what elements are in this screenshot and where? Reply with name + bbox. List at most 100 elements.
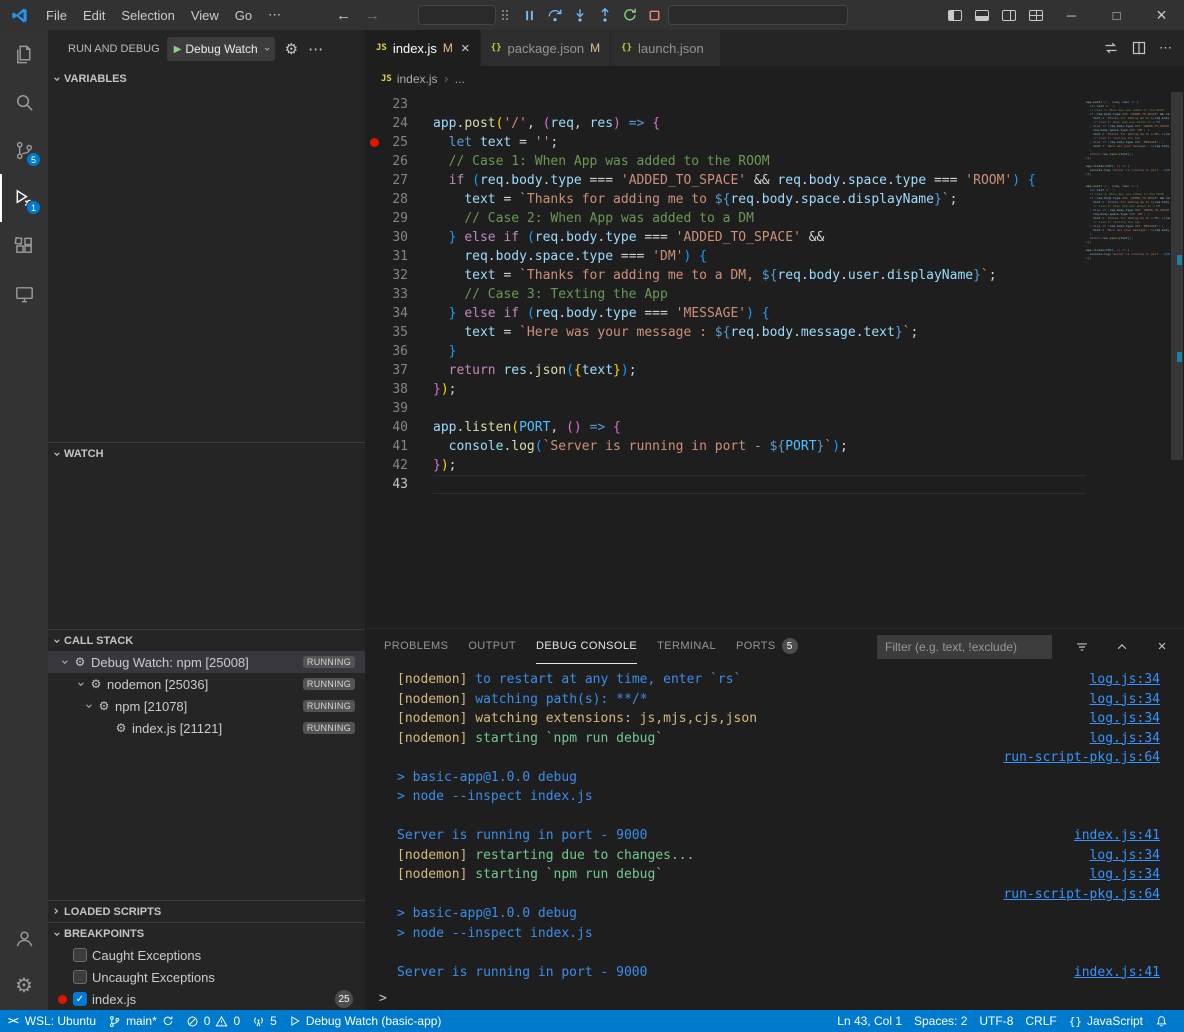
step-out-button[interactable] [593,3,616,27]
close-tab-icon[interactable]: × [461,40,470,57]
problems-indicator[interactable]: 0 0 [180,1010,246,1032]
forwarded-ports-indicator[interactable]: 5 [246,1010,283,1032]
breakpoint-gutter[interactable] [366,323,382,342]
section-watch[interactable]: › WATCH [48,442,365,464]
minimize-button[interactable]: ─ [1049,0,1094,30]
breakpoint-gutter[interactable] [366,285,382,304]
language-mode[interactable]: {} JavaScript [1063,1010,1149,1032]
cursor-position[interactable]: Ln 43, Col 1 [831,1010,908,1032]
command-center-box-right[interactable] [668,5,848,25]
minimap[interactable]: app.post('/', (req, res) => { let text =… [1086,92,1170,628]
indentation-setting[interactable]: Spaces: 2 [908,1010,973,1032]
breakpoint-gutter[interactable] [366,95,382,114]
code-line[interactable]: 36 } [366,342,1086,361]
activity-accounts[interactable] [0,914,48,962]
customize-layout-button[interactable] [1022,10,1049,21]
close-panel-icon[interactable]: × [1152,637,1172,657]
start-debug-icon[interactable]: ▶ [174,44,182,55]
breakpoint-gutter[interactable] [366,342,382,361]
notifications[interactable] [1149,1010,1174,1032]
activity-explorer[interactable] [0,30,48,78]
code-line[interactable]: 30 } else if (req.body.type === 'ADDED_T… [366,228,1086,247]
activity-source-control[interactable]: 5 [0,126,48,174]
code-line[interactable]: 41 console.log(`Server is running in por… [366,437,1086,456]
call-stack-session-row[interactable]: › ⚙ nodemon [25036] RUNNING [48,673,365,695]
section-loaded-scripts[interactable]: › LOADED SCRIPTS [48,900,365,922]
remote-indicator[interactable]: >< WSL: Ubuntu [0,1010,102,1032]
breakpoint-caught-exceptions[interactable]: Caught Exceptions [48,944,365,966]
stop-button[interactable] [643,3,666,27]
debug-session-status[interactable]: Debug Watch (basic-app) [283,1010,448,1032]
tab-index-js[interactable]: JS index.js M × [366,30,481,66]
breakpoint-gutter[interactable] [366,152,382,171]
debug-settings-gear-icon[interactable]: ⚙ [285,42,298,57]
step-into-button[interactable] [568,3,591,27]
maximize-button[interactable]: □ [1094,0,1139,30]
encoding-setting[interactable]: UTF-8 [973,1010,1019,1032]
console-source-link[interactable]: log.js:34 [1090,670,1160,690]
open-changes-icon[interactable] [1103,40,1119,56]
tab-package-json[interactable]: {} package.json M [481,30,611,66]
debug-views-more-icon[interactable]: ⋯ [308,40,323,58]
eol-setting[interactable]: CRLF [1019,1010,1062,1032]
breakpoint-gutter[interactable] [366,114,382,133]
tab-terminal[interactable]: TERMINAL [657,629,716,664]
menu-selection[interactable]: Selection [113,8,182,23]
breakpoint-gutter[interactable] [366,209,382,228]
code-line[interactable]: 35 text = `Here was your message : ${req… [366,323,1086,342]
menu-view[interactable]: View [183,8,227,23]
breakpoint-gutter[interactable] [366,399,382,418]
breakpoint-index-js[interactable]: ✓ index.js 25 [48,988,365,1010]
breakpoint-gutter[interactable] [366,247,382,266]
menu-edit[interactable]: Edit [75,8,113,23]
breadcrumb-file[interactable]: index.js [397,72,438,86]
tab-launch-json[interactable]: {} launch.json [611,30,721,66]
call-stack-session-row[interactable]: › ⚙ Debug Watch: npm [25008] RUNNING [48,651,365,673]
console-filter-input[interactable] [877,635,1052,659]
code-line[interactable]: 28 text = `Thanks for adding me to ${req… [366,190,1086,209]
back-button[interactable]: ← [336,7,351,24]
code-line[interactable]: 33 // Case 3: Texting the App [366,285,1086,304]
toggle-secondary-sidebar-button[interactable] [995,10,1022,21]
pause-button[interactable] [518,3,541,27]
breakpoint-gutter[interactable] [366,133,382,152]
code-line[interactable]: 43 [366,475,1086,494]
console-source-link[interactable]: run-script-pkg.js:64 [1003,748,1160,768]
menu-more[interactable]: ⋯ [260,7,289,23]
breakpoint-gutter[interactable] [366,456,382,475]
breakpoint-gutter[interactable] [366,304,382,323]
toggle-sidebar-button[interactable] [941,10,968,21]
filter-icon[interactable] [1072,637,1092,657]
toolbar-drag-handle-icon[interactable] [502,10,504,12]
console-source-link[interactable]: log.js:34 [1090,865,1160,885]
activity-run-and-debug[interactable]: 1 [0,174,48,222]
breakpoint-gutter[interactable] [366,361,382,380]
breakpoint-gutter[interactable] [366,228,382,247]
breakpoint-gutter[interactable] [366,266,382,285]
breakpoint-gutter[interactable] [366,437,382,456]
breadcrumb-symbol[interactable]: ... [455,72,465,86]
console-source-link[interactable]: log.js:34 [1090,729,1160,749]
code-line[interactable]: 29 // Case 2: When App was added to a DM [366,209,1086,228]
editor-more-actions-icon[interactable]: ⋯ [1159,40,1172,56]
code-line[interactable]: 31 req.body.space.type === 'DM') { [366,247,1086,266]
restart-button[interactable] [618,3,641,27]
console-source-link[interactable]: index.js:41 [1074,826,1160,846]
breakpoint-gutter[interactable] [366,418,382,437]
breakpoint-uncaught-exceptions[interactable]: Uncaught Exceptions [48,966,365,988]
caught-exceptions-checkbox[interactable] [73,948,87,962]
breakpoint-gutter[interactable] [366,475,382,494]
code-line[interactable]: 27 if (req.body.type === 'ADDED_TO_SPACE… [366,171,1086,190]
uncaught-exceptions-checkbox[interactable] [73,970,87,984]
call-stack-session-row[interactable]: › ⚙ npm [21078] RUNNING [48,695,365,717]
console-source-link[interactable]: run-script-pkg.js:64 [1003,885,1160,905]
menu-go[interactable]: Go [227,8,260,23]
section-call-stack[interactable]: › CALL STACK [48,629,365,651]
code-line[interactable]: 26 // Case 1: When App was added to the … [366,152,1086,171]
toggle-panel-button[interactable] [968,10,995,21]
console-source-link[interactable]: index.js:41 [1074,963,1160,983]
code-line[interactable]: 38}); [366,380,1086,399]
breakpoint-gutter[interactable] [366,380,382,399]
tab-debug-console[interactable]: DEBUG CONSOLE [536,629,637,664]
activity-settings[interactable]: ⚙ [0,962,48,1010]
